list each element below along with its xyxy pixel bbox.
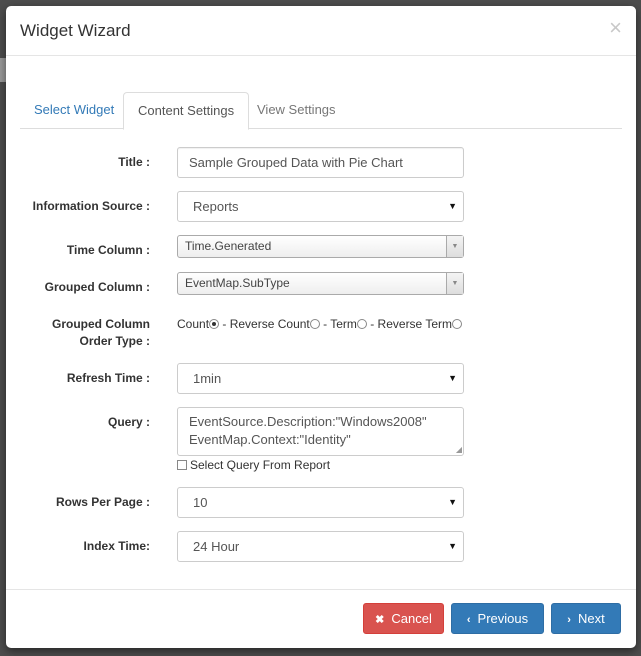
radio-count[interactable] — [209, 318, 220, 329]
next-button[interactable]: › Next — [551, 603, 621, 634]
resize-grip-icon[interactable]: ◢ — [456, 446, 462, 454]
modal-header: Widget Wizard × — [6, 6, 636, 56]
index-time-value: 24 Hour — [193, 539, 240, 554]
query-line-1: EventSource.Description:"Windows2008" — [189, 414, 427, 429]
caret-down-icon: ▼ — [448, 373, 457, 383]
index-time-select[interactable]: 24 Hour ▼ — [177, 531, 464, 562]
radio-label-reverse-term: - Reverse Term — [370, 316, 453, 331]
time-column-value: Time.Generated — [185, 239, 272, 253]
time-column-label: Time Column : — [66, 243, 150, 257]
title-input[interactable]: Sample Grouped Data with Pie Chart — [177, 147, 464, 178]
grouped-column-value: EventMap.SubType — [185, 276, 290, 290]
previous-button[interactable]: ‹ Previous — [451, 603, 544, 634]
chevron-right-icon: › — [567, 614, 571, 626]
index-time-label: Index Time: — [83, 539, 150, 553]
dropdown-arrow-icon: ▼ — [446, 273, 463, 294]
widget-wizard-modal: Widget Wizard × Select Widget Content Se… — [6, 6, 636, 648]
radio-term[interactable] — [356, 318, 367, 329]
dropdown-arrow-icon: ▼ — [446, 236, 463, 257]
caret-down-icon: ▼ — [448, 541, 457, 551]
radio-label-count: Count — [177, 316, 210, 331]
cancel-button[interactable]: ✖ Cancel — [363, 603, 444, 634]
refresh-time-label: Refresh Time : — [66, 371, 150, 385]
time-column-combobox[interactable]: Time.Generated ▼ — [177, 235, 464, 258]
radio-label-term: - Term — [323, 316, 357, 331]
caret-down-icon: ▼ — [448, 201, 457, 211]
select-query-checkbox-label[interactable]: Select Query From Report — [190, 458, 330, 472]
query-label: Query : — [107, 415, 150, 429]
query-line-2: EventMap.Context:"Identity" — [189, 432, 351, 447]
rows-per-page-value: 10 — [193, 495, 208, 510]
refresh-time-value: 1min — [193, 371, 222, 386]
information-source-label: Information Source : — [32, 199, 150, 213]
order-type-radio-group: Count - Reverse Count - Term - Reverse T… — [177, 316, 463, 331]
information-source-select[interactable]: Reports ▼ — [177, 191, 464, 222]
modal-title: Widget Wizard — [20, 21, 131, 40]
query-textarea[interactable]: EventSource.Description:"Windows2008" Ev… — [177, 407, 464, 456]
close-icon[interactable]: × — [609, 17, 622, 39]
previous-button-label: Previous — [477, 611, 529, 626]
rows-per-page-label: Rows Per Page : — [55, 495, 150, 509]
wizard-tabs: Select Widget Content Settings View Sett… — [20, 92, 622, 130]
order-type-label: Grouped Column Order Type : — [52, 317, 150, 348]
information-source-value: Reports — [193, 199, 239, 214]
modal-footer: ✖ Cancel ‹ Previous › Next — [6, 589, 636, 648]
chevron-left-icon: ‹ — [466, 614, 471, 626]
radio-label-reverse-count: - Reverse Count — [222, 316, 310, 331]
cancel-button-label: Cancel — [391, 611, 432, 626]
tab-content-settings[interactable]: Content Settings — [123, 92, 250, 130]
rows-per-page-select[interactable]: 10 ▼ — [177, 487, 464, 518]
grouped-column-combobox[interactable]: EventMap.SubType ▼ — [177, 272, 464, 295]
radio-reverse-term[interactable] — [452, 318, 463, 329]
select-query-checkbox[interactable] — [177, 460, 187, 470]
radio-reverse-count[interactable] — [309, 318, 320, 329]
caret-down-icon: ▼ — [448, 497, 457, 507]
grouped-column-label: Grouped Column : — [44, 280, 150, 294]
times-icon: ✖ — [375, 614, 385, 626]
tab-select-widget[interactable]: Select Widget — [20, 92, 128, 129]
next-button-label: Next — [577, 611, 605, 626]
refresh-time-select[interactable]: 1min ▼ — [177, 363, 464, 394]
title-label: Title : — [118, 155, 150, 169]
select-query-from-report: Select Query From Report — [177, 458, 330, 472]
tab-view-settings[interactable]: View Settings — [243, 92, 350, 129]
